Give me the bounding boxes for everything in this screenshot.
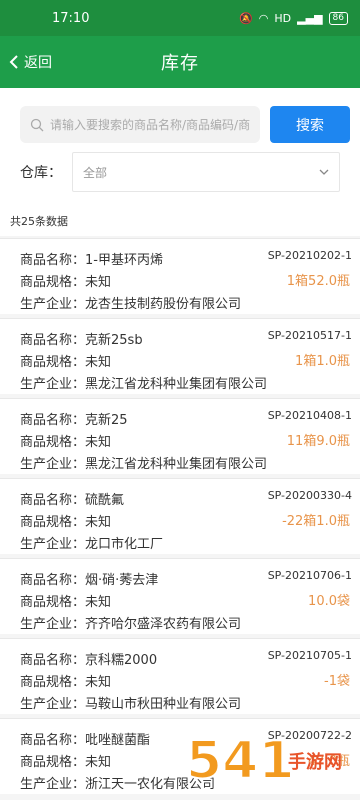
back-label: 返回: [24, 55, 52, 71]
list-item[interactable]: 商品名称：克新25 SP-20210408-1 商品规格：未知 11箱9.0瓶 …: [0, 398, 360, 474]
item-name: 商品名称：京科糯2000: [20, 653, 158, 668]
item-spec: 商品规格：未知: [20, 675, 112, 690]
network-type: HD: [274, 11, 292, 25]
result-count: 共25条数据: [10, 215, 68, 228]
signal-icon: ▂▄▆: [297, 11, 323, 25]
battery-icon: 86: [328, 11, 348, 25]
svg-text:541: 541: [186, 731, 295, 791]
item-spec: 商品规格：未知: [20, 355, 112, 370]
chevron-left-icon: [9, 55, 18, 69]
item-spec: 商品规格：未知: [20, 515, 112, 530]
back-button[interactable]: 返回: [8, 36, 52, 88]
item-spec: 商品规格：未知: [20, 755, 112, 770]
item-qty: -1袋: [324, 674, 350, 689]
item-spec: 商品规格：未知: [20, 435, 112, 450]
wifi-icon: ◠: [258, 11, 269, 25]
item-qty: 11箱9.0瓶: [286, 434, 350, 449]
warehouse-label: 仓库：: [20, 165, 62, 181]
page-title: 库存: [161, 53, 199, 74]
list-item[interactable]: 商品名称：京科糯2000 SP-20210705-1 商品规格：未知 -1袋 生…: [0, 638, 360, 714]
item-name: 商品名称：烟·硝·莠去津: [20, 573, 159, 588]
item-qty: 10.0袋: [308, 594, 350, 609]
warehouse-select[interactable]: 全部: [72, 152, 340, 192]
search-placeholder: 请输入要搜索的商品名称/商品编码/商: [50, 118, 251, 132]
item-maker: 生产企业：黑龙江省龙科种业集团有限公司: [20, 457, 268, 472]
search-icon: [30, 118, 44, 131]
item-maker: 生产企业：龙杏生技制药股份有限公司: [20, 297, 242, 312]
item-maker: 生产企业：马鞍山市秋田种业有限公司: [20, 697, 242, 712]
mute-icon: 🔕: [239, 11, 253, 25]
item-code: SP-20210202-1: [267, 249, 352, 262]
item-code: SP-20210706-1: [267, 569, 352, 582]
item-code: SP-20210408-1: [267, 409, 352, 422]
status-icons: 🔕 ◠ HD ▂▄▆ 86: [239, 11, 348, 25]
item-name: 商品名称：克新25sb: [20, 333, 143, 348]
search-input[interactable]: 请输入要搜索的商品名称/商品编码/商: [20, 106, 260, 143]
item-spec: 商品规格：未知: [20, 595, 112, 610]
item-code: SP-20210517-1: [267, 329, 352, 342]
list-item[interactable]: 商品名称：烟·硝·莠去津 SP-20210706-1 商品规格：未知 10.0袋…: [0, 558, 360, 634]
search-button[interactable]: 搜索: [270, 106, 350, 143]
item-maker: 生产企业：龙口市化工厂: [20, 537, 164, 552]
item-qty: 1箱1.0瓶: [295, 354, 350, 369]
status-bar: 17:10 🔕 ◠ HD ▂▄▆ 86: [0, 0, 360, 36]
svg-text:手游网: 手游网: [288, 751, 342, 773]
status-time: 17:10: [52, 10, 90, 26]
list-item[interactable]: 商品名称：硫酰氟 SP-20200330-4 商品规格：未知 -22箱1.0瓶 …: [0, 478, 360, 554]
item-name: 商品名称：硫酰氟: [20, 493, 125, 508]
list-item[interactable]: 商品名称：1-甲基环丙烯 SP-20210202-1 商品规格：未知 1箱52.…: [0, 238, 360, 314]
list-item[interactable]: 商品名称：克新25sb SP-20210517-1 商品规格：未知 1箱1.0瓶…: [0, 318, 360, 394]
warehouse-value: 全部: [83, 165, 108, 180]
item-qty: -22箱1.0瓶: [282, 514, 350, 529]
item-spec: 商品规格：未知: [20, 275, 112, 290]
item-name: 商品名称：克新25: [20, 413, 128, 428]
item-maker: 生产企业：齐齐哈尔盛泽农药有限公司: [20, 617, 242, 632]
app-header: 返回 库存: [0, 36, 360, 88]
item-maker: 生产企业：黑龙江省龙科种业集团有限公司: [20, 377, 268, 392]
chevron-down-icon: [319, 169, 329, 175]
item-code: SP-20210705-1: [267, 649, 352, 662]
item-name: 商品名称：1-甲基环丙烯: [20, 253, 163, 268]
watermark-logo: 541 手游网: [185, 730, 342, 792]
item-name: 商品名称：吡唑醚菌酯: [20, 733, 151, 748]
item-qty: 1箱52.0瓶: [286, 274, 350, 289]
item-code: SP-20200330-4: [267, 489, 352, 502]
